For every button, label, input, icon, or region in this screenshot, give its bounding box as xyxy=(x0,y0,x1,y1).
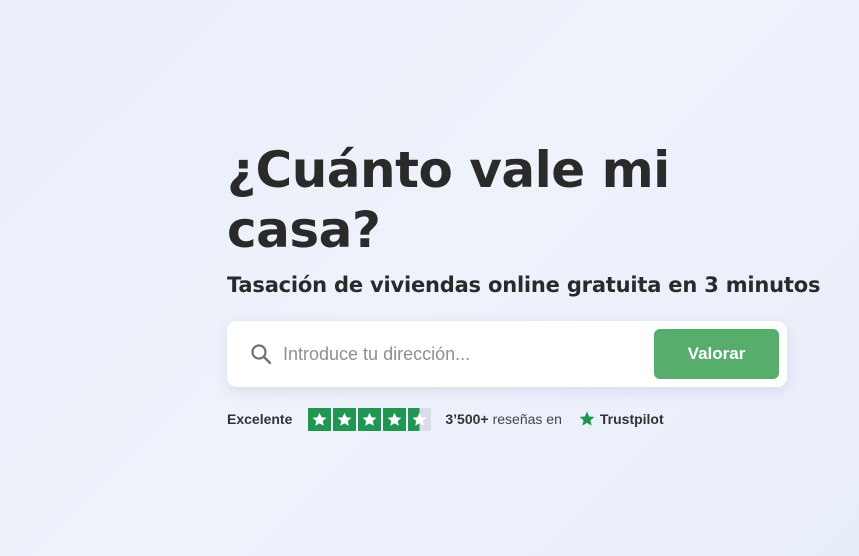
rating-label: Excelente xyxy=(227,411,293,427)
page-title: ¿Cuánto vale mi casa? xyxy=(227,141,670,259)
valorar-button[interactable]: Valorar xyxy=(654,329,779,379)
review-text: reseñas en xyxy=(492,411,562,427)
star-icon xyxy=(383,407,407,431)
review-count: 3’500+ xyxy=(445,411,489,427)
trustpilot-star-icon xyxy=(579,411,595,426)
rating-stars xyxy=(308,407,432,431)
star-icon xyxy=(308,407,332,431)
address-input[interactable] xyxy=(283,339,643,369)
address-search-box: Valorar xyxy=(227,321,787,387)
trustpilot-label: Trustpilot xyxy=(599,411,664,427)
hero-section: ¿Cuánto vale mi casa? Tasación de vivien… xyxy=(227,140,827,300)
trustpilot-logo[interactable]: Trustpilot xyxy=(578,410,664,428)
star-icon xyxy=(358,407,382,431)
page-subtitle: Tasación de viviendas online gratuita en… xyxy=(227,273,821,297)
star-icon xyxy=(333,407,357,431)
search-icon xyxy=(249,342,273,366)
trustpilot-rating[interactable]: Excelente 3’500+ reseñas en Trustpilot xyxy=(227,407,664,431)
half-star-icon xyxy=(408,407,432,431)
